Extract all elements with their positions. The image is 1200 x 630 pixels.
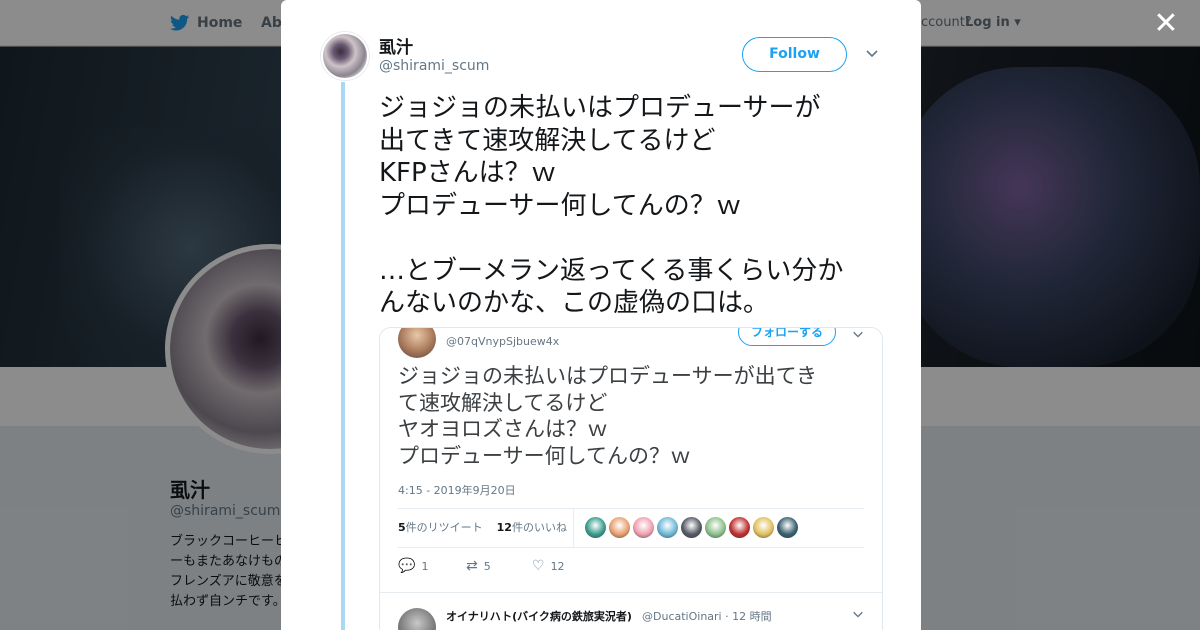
reply-action: 💬 1 xyxy=(398,558,428,574)
retweet-count-label: 件のリツイート xyxy=(405,521,483,534)
embedded-handle: @07qVnypSjbuew4x xyxy=(446,335,560,348)
reply-author-avatar xyxy=(398,608,436,630)
divider xyxy=(573,509,574,547)
liker-avatar xyxy=(753,517,774,538)
liker-avatar xyxy=(585,517,606,538)
liker-avatar xyxy=(657,517,678,538)
tweet-attached-image[interactable]: @07qVnypSjbuew4x フォローする ジョジョの未払いはプロデューサー… xyxy=(379,327,883,630)
liker-avatar xyxy=(681,517,702,538)
chevron-down-icon[interactable] xyxy=(865,46,879,60)
like-count-label: 件のいいね xyxy=(511,521,567,534)
tweet-author-avatar-image xyxy=(323,34,367,78)
reply-author-meta: @DucatiOinari · 12 時間 xyxy=(642,610,772,623)
embedded-stats: 5件のリツイート 12件のいいね xyxy=(398,519,567,535)
tweet-modal: 虱汁 @shirami_scum Follow ジョジョの未払いはプロデューサー… xyxy=(281,0,921,630)
reply-count: 1 xyxy=(421,560,429,573)
tweet-author-handle[interactable]: @shirami_scum xyxy=(379,58,489,74)
tweet-author-avatar[interactable] xyxy=(320,31,370,81)
like-action: ♡ 12 xyxy=(532,558,565,574)
liker-avatar xyxy=(609,517,630,538)
embedded-chevron-down-icon xyxy=(852,328,864,343)
embedded-follow-button: フォローする xyxy=(738,328,836,346)
liker-avatar xyxy=(777,517,798,538)
heart-icon: ♡ xyxy=(532,558,545,574)
retweet-icon: ⇄ xyxy=(466,558,478,574)
embedded-tweet-text: ジョジョの未払いはプロデューサーが出てき て速攻解決してるけど ヤオヨロズさんは… xyxy=(398,364,817,468)
liker-avatar xyxy=(705,517,726,538)
divider xyxy=(398,508,864,509)
embedded-timestamp: 4:15 - 2019年9月20日 xyxy=(398,484,516,497)
embedded-avatar xyxy=(398,328,436,358)
retweet-count: 5 xyxy=(398,521,406,534)
divider xyxy=(380,592,882,593)
reply-author-name: オイナリハト(バイク病の鉄旅実況者) xyxy=(446,610,632,623)
close-icon[interactable]: ✕ xyxy=(1152,9,1180,39)
like-count: 12 xyxy=(496,521,512,534)
tweet-author-name[interactable]: 虱汁 xyxy=(379,33,413,58)
liker-avatar xyxy=(729,517,750,538)
tweet-text: ジョジョの未払いはプロデューサーが 出てきて速攻解決してるけど KFPさんは？ｗ… xyxy=(379,93,844,318)
follow-button[interactable]: Follow xyxy=(742,37,847,72)
like-action-count: 12 xyxy=(550,560,565,573)
reply-icon: 💬 xyxy=(398,558,416,574)
divider xyxy=(398,547,864,548)
retweet-action: ⇄ 5 xyxy=(466,558,491,574)
reply-chevron-down-icon xyxy=(852,608,864,623)
liker-avatar xyxy=(633,517,654,538)
thread-line xyxy=(341,82,345,630)
retweet-action-count: 5 xyxy=(483,560,491,573)
